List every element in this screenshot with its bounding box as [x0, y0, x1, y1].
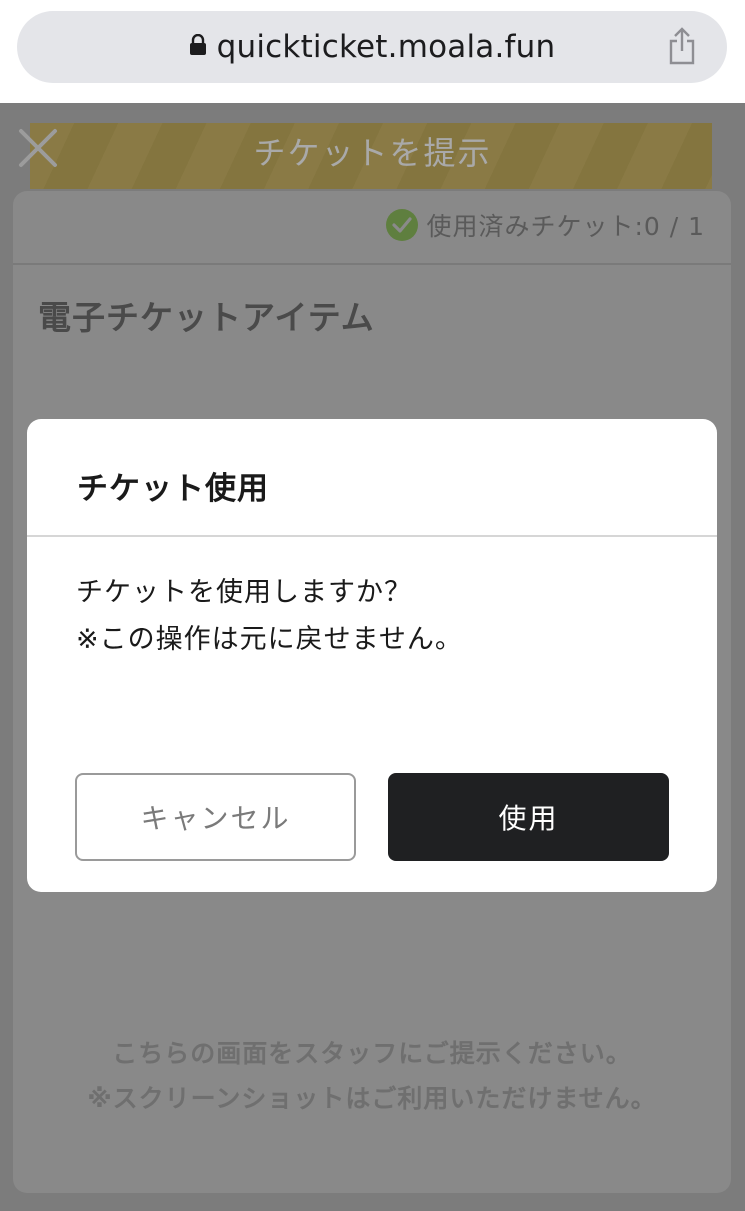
item-heading: 電子チケットアイテム — [38, 298, 375, 337]
use-button[interactable]: 使用 — [388, 773, 669, 861]
dialog-message: チケットを使用しますか？ ※この操作は元に戻せません。 — [76, 569, 463, 663]
instruction-line: ※スクリーンショットはご利用いただけません。 — [87, 1084, 657, 1113]
used-count-label: 使用済みチケット:0 / 1 — [426, 212, 705, 241]
staff-instructions: こちらの画面をスタッフにご提示ください。 ※スクリーンショットはご利用いただけま… — [13, 1031, 731, 1121]
dialog-divider — [27, 535, 717, 537]
instruction-line: こちらの画面をスタッフにご提示ください。 — [112, 1039, 632, 1068]
dialog-title: チケット使用 — [77, 471, 269, 507]
page-title: チケットを提示 — [253, 134, 492, 172]
use-ticket-dialog: チケット使用 チケットを使用しますか？ ※この操作は元に戻せません。 キャンセル… — [27, 419, 717, 892]
cancel-button[interactable]: キャンセル — [75, 773, 356, 861]
card-divider — [13, 263, 731, 265]
url-text: quickticket.moala.fun — [216, 29, 556, 65]
dialog-message-line: チケットを使用しますか？ — [76, 577, 412, 608]
browser-bar: quickticket.moala.fun — [0, 0, 745, 103]
used-status: 使用済みチケット:0 / 1 — [386, 205, 705, 245]
address-content: quickticket.moala.fun — [189, 29, 556, 65]
dialog-message-line: ※この操作は元に戻せません。 — [76, 624, 463, 655]
check-circle-icon — [386, 209, 419, 241]
address-bar[interactable]: quickticket.moala.fun — [17, 11, 727, 83]
lock-icon — [189, 34, 206, 55]
share-icon[interactable] — [667, 27, 697, 65]
